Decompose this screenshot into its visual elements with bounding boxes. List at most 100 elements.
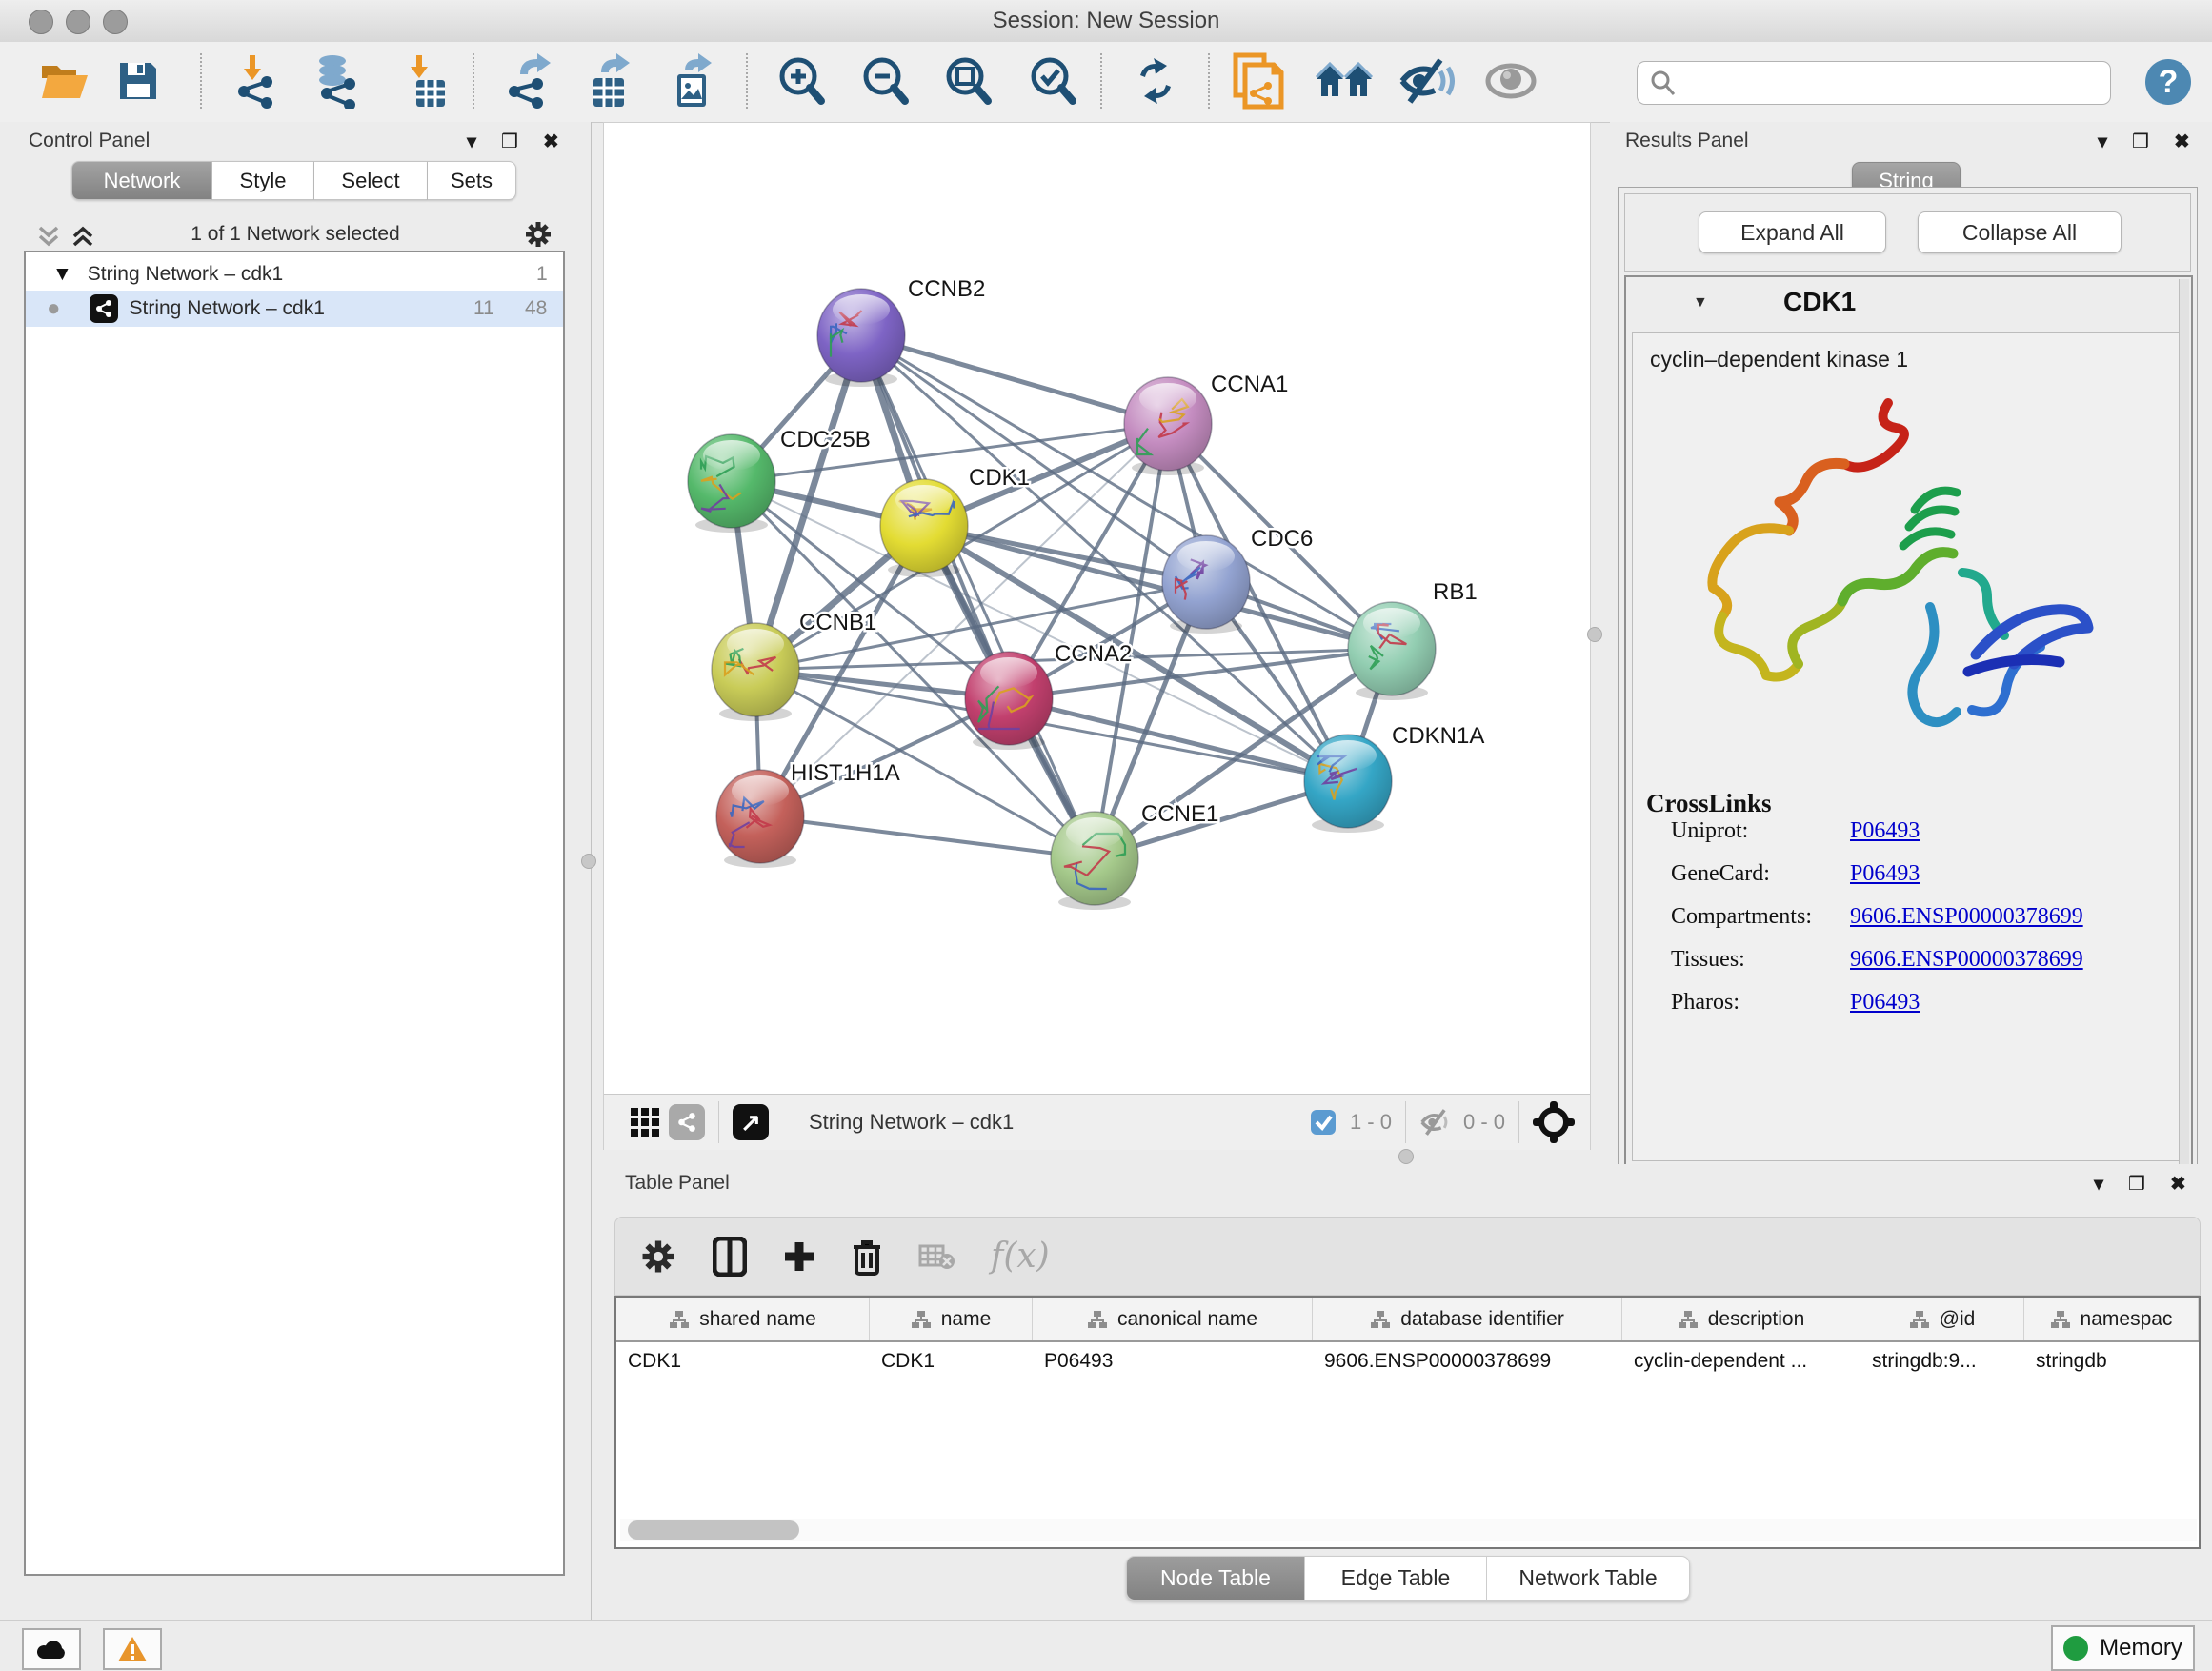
tab-edge-table[interactable]: Edge Table xyxy=(1305,1556,1487,1601)
node-label-CCNB1: CCNB1 xyxy=(799,610,876,635)
panel-close-icon[interactable]: ✖ xyxy=(2170,1172,2186,1196)
export-network-button[interactable] xyxy=(497,50,560,112)
table-cell[interactable]: CDK1 xyxy=(616,1342,870,1382)
table-cell[interactable]: stringdb:9... xyxy=(1860,1342,2024,1382)
export-table-button[interactable] xyxy=(579,50,642,112)
panel-float-icon[interactable]: ❒ xyxy=(2132,130,2149,153)
column-header-description[interactable]: description xyxy=(1622,1298,1860,1340)
refresh-button[interactable] xyxy=(1124,50,1187,112)
open-in-window-button[interactable]: ↗ xyxy=(733,1104,769,1140)
hide-graphics-details-button[interactable] xyxy=(1396,50,1458,112)
export-image-button[interactable] xyxy=(661,50,724,112)
column-header-database-identifier[interactable]: database identifier xyxy=(1313,1298,1622,1340)
panel-menu-icon[interactable]: ▾ xyxy=(2094,1172,2103,1196)
crosslink-genecard-link[interactable]: P06493 xyxy=(1850,861,1920,887)
crosslink-tissues-link[interactable]: 9606.ENSP00000378699 xyxy=(1850,947,2083,973)
column-header-namespac[interactable]: namespac xyxy=(2024,1298,2199,1340)
collection-expand-icon[interactable]: ▼ xyxy=(52,263,72,286)
table-cell[interactable]: P06493 xyxy=(1033,1342,1313,1382)
tab-network[interactable]: Network xyxy=(71,161,212,200)
network-from-selection-button[interactable] xyxy=(1227,50,1290,112)
crosslink-row: GeneCard:P06493 xyxy=(1633,861,2182,904)
table-cell[interactable]: 9606.ENSP00000378699 xyxy=(1313,1342,1622,1382)
string-network-graph[interactable]: CCNB2CCNA1CDC25BCDK1CDC6RB1CCNB1CCNA2CDK… xyxy=(604,123,1590,1094)
share-network-button[interactable] xyxy=(669,1104,705,1140)
column-header--id[interactable]: @id xyxy=(1860,1298,2024,1340)
table-hscrollbar[interactable] xyxy=(620,1519,2197,1541)
search-icon xyxy=(1649,69,1678,97)
show-graphics-details-button[interactable] xyxy=(1479,50,1542,112)
results-scrollbar[interactable] xyxy=(2179,279,2189,1171)
panel-menu-icon[interactable]: ▾ xyxy=(2098,130,2107,153)
crosslink-pharos-link[interactable]: P06493 xyxy=(1850,990,1920,1016)
crosslink-compartments-link[interactable]: 9606.ENSP00000378699 xyxy=(1850,904,2083,930)
network-row-selected[interactable]: ● String Network – cdk1 11 48 xyxy=(26,291,563,327)
cloud-button[interactable] xyxy=(22,1628,81,1670)
table-row[interactable]: CDK1CDK1P064939606.ENSP00000378699cyclin… xyxy=(616,1342,2199,1382)
zoom-out-button[interactable] xyxy=(854,50,916,112)
save-session-button[interactable] xyxy=(107,50,170,112)
panel-close-icon[interactable]: ✖ xyxy=(543,130,559,153)
left-splitter-handle[interactable] xyxy=(581,854,596,869)
tab-node-table[interactable]: Node Table xyxy=(1126,1556,1305,1601)
tab-network-table[interactable]: Network Table xyxy=(1487,1556,1690,1601)
node-label-CCNA1: CCNA1 xyxy=(1211,372,1288,397)
table-cell[interactable]: stringdb xyxy=(2024,1342,2199,1382)
panel-menu-icon[interactable]: ▾ xyxy=(467,130,476,153)
memory-button[interactable]: Memory xyxy=(2051,1625,2195,1671)
network-status-dot-icon: ● xyxy=(47,295,61,322)
node-CDC6[interactable] xyxy=(1162,535,1250,634)
tab-select[interactable]: Select xyxy=(314,161,428,200)
fit-selection-crosshair-button[interactable] xyxy=(1533,1101,1575,1143)
node-CCNE1[interactable] xyxy=(1051,812,1138,910)
help-button[interactable]: ? xyxy=(2145,59,2191,105)
zoom-fit-button[interactable] xyxy=(936,50,999,112)
horizontal-splitter-handle[interactable] xyxy=(1398,1149,1414,1164)
zoom-in-button[interactable] xyxy=(770,50,833,112)
warnings-button[interactable] xyxy=(103,1628,162,1670)
node-CCNB1[interactable] xyxy=(712,623,799,721)
node-RB1[interactable] xyxy=(1348,602,1436,700)
control-panel-header-icons: ▾ ❒ ✖ xyxy=(467,130,559,153)
column-header-shared-name[interactable]: shared name xyxy=(616,1298,870,1340)
edge-HIST1H1A-CCNE1[interactable] xyxy=(760,816,1095,858)
show-columns-icon[interactable] xyxy=(713,1237,747,1277)
create-column-plus-icon[interactable] xyxy=(783,1240,815,1273)
node-CDKN1A[interactable] xyxy=(1304,735,1392,833)
right-splitter-handle[interactable] xyxy=(1587,627,1602,642)
birdseye-view-button[interactable] xyxy=(627,1104,663,1140)
network-canvas[interactable]: CCNB2CCNA1CDC25BCDK1CDC6RB1CCNB1CCNA2CDK… xyxy=(604,123,1590,1094)
panel-close-icon[interactable]: ✖ xyxy=(2174,130,2190,153)
import-table-button[interactable] xyxy=(394,50,457,112)
import-network-file-button[interactable] xyxy=(227,50,290,112)
search-field[interactable] xyxy=(1637,61,2111,105)
collapse-all-button[interactable]: Collapse All xyxy=(1918,211,2122,253)
table-options-gear-icon[interactable] xyxy=(640,1238,676,1275)
expand-all-button[interactable]: Expand All xyxy=(1699,211,1886,253)
panel-float-icon[interactable]: ❒ xyxy=(501,130,518,153)
open-session-button[interactable] xyxy=(33,50,96,112)
network-options-gear-icon[interactable] xyxy=(524,220,553,249)
network-collection-row[interactable]: ▼ String Network – cdk1 1 xyxy=(26,258,563,291)
string-home-button[interactable] xyxy=(1313,50,1376,112)
gene-section-header[interactable]: ▼ CDK1 xyxy=(1626,277,2191,331)
zoom-selected-button[interactable] xyxy=(1021,50,1084,112)
table-cell[interactable]: cyclin-dependent ... xyxy=(1622,1342,1860,1382)
column-header-name[interactable]: name xyxy=(870,1298,1033,1340)
collapse-gene-icon[interactable]: ▼ xyxy=(1693,294,1708,312)
search-input[interactable] xyxy=(1685,70,2110,96)
column-header-canonical-name[interactable]: canonical name xyxy=(1033,1298,1313,1340)
scrollbar-thumb[interactable] xyxy=(628,1520,799,1540)
delete-column-trash-icon[interactable] xyxy=(852,1238,882,1276)
edge-CCNB2-CCNA1[interactable] xyxy=(861,335,1168,424)
import-network-icon xyxy=(232,53,284,109)
tab-sets[interactable]: Sets xyxy=(428,161,516,200)
node-CDC25B[interactable] xyxy=(688,434,775,533)
table-cell[interactable]: CDK1 xyxy=(870,1342,1033,1382)
node-CCNA1[interactable] xyxy=(1124,377,1212,475)
tab-style[interactable]: Style xyxy=(212,161,314,200)
crosslink-uniprot-link[interactable]: P06493 xyxy=(1850,818,1920,844)
panel-float-icon[interactable]: ❒ xyxy=(2128,1172,2145,1196)
selected-nodes-checkbox-icon[interactable] xyxy=(1310,1109,1337,1136)
import-network-database-button[interactable] xyxy=(307,50,370,112)
